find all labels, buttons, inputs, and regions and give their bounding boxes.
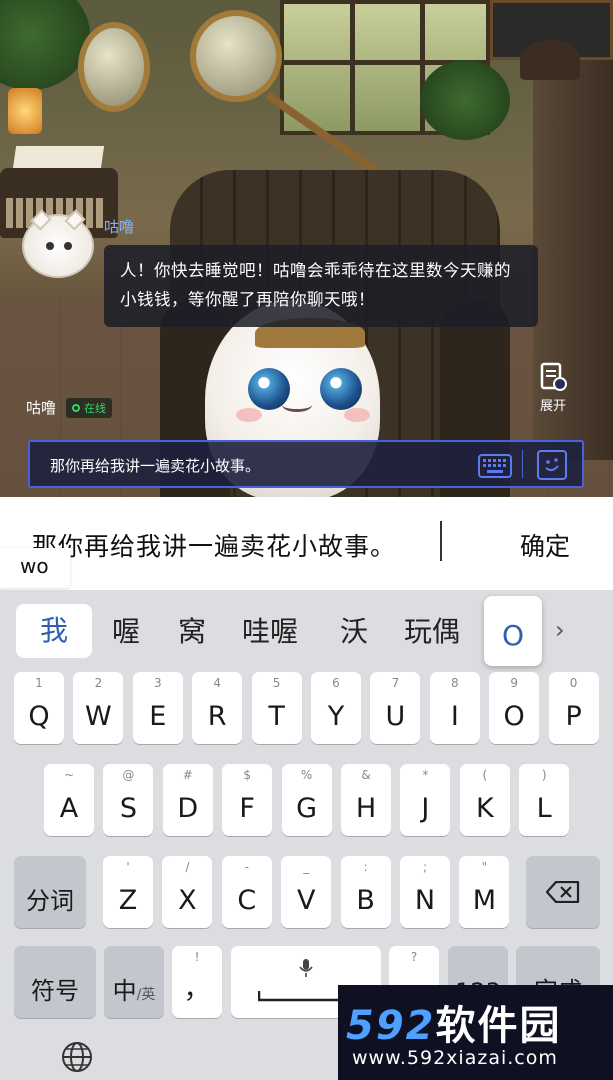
online-dot-icon	[72, 403, 81, 412]
key-c[interactable]: -C	[221, 856, 272, 928]
chat-input-bar[interactable]: 那你再给我讲一遍卖花小故事。	[28, 440, 584, 488]
hat	[520, 40, 580, 80]
game-scene: 咕噜 人！你快去睡觉吧！咕噜会乖乖待在这里数今天赚的小钱钱，等你醒了再陪你聊天哦…	[0, 0, 613, 497]
key-e[interactable]: 3E	[132, 672, 183, 744]
speech-bubble: 人！你快去睡觉吧！咕噜会乖乖待在这里数今天赚的小钱钱，等你醒了再陪你聊天哦！	[104, 245, 538, 327]
key-comma[interactable]: ! ，	[172, 946, 222, 1018]
key-lang-switch[interactable]: 中/英	[104, 946, 164, 1018]
key-symbols[interactable]: 符号	[14, 946, 96, 1018]
candidate[interactable]: 喔	[112, 610, 140, 650]
key-i[interactable]: 8I	[429, 672, 480, 744]
candidate[interactable]: 沃	[340, 610, 368, 650]
key-t[interactable]: 5T	[251, 672, 302, 744]
key-j[interactable]: * J	[400, 764, 451, 836]
key-o[interactable]: 9O	[489, 672, 540, 744]
status-row: 咕噜 在线	[26, 397, 113, 418]
key-segment[interactable]: 分词	[14, 856, 86, 928]
backspace-icon	[546, 881, 580, 903]
key-p[interactable]: 0P	[548, 672, 599, 744]
microphone-icon	[299, 959, 313, 977]
expand-label: 展开	[539, 399, 566, 414]
candidate-selected[interactable]: 我	[16, 604, 92, 658]
status-name: 咕噜	[26, 399, 57, 417]
keyboard-icon[interactable]	[478, 454, 512, 478]
key-z[interactable]: ' Z	[103, 856, 153, 928]
speaker-name: 咕噜	[104, 218, 135, 236]
watermark-title: 软件园	[435, 1003, 562, 1049]
key-r[interactable]: 4R	[192, 672, 243, 744]
key-u[interactable]: 7U	[370, 672, 421, 744]
speaker-avatar[interactable]	[22, 209, 94, 278]
key-a[interactable]: ~ A	[44, 764, 94, 836]
plant	[0, 0, 90, 90]
character-eye	[320, 368, 362, 410]
plant	[420, 60, 510, 140]
key-v[interactable]: _ V	[281, 856, 332, 928]
key-n[interactable]: ; N	[400, 856, 450, 928]
key-w[interactable]: 2W	[73, 672, 124, 744]
key-q[interactable]: 1Q	[14, 672, 64, 744]
key-f[interactable]: $ F	[222, 764, 273, 836]
online-badge: 在线	[66, 397, 113, 418]
online-text: 在线	[84, 401, 107, 415]
list-icon	[540, 362, 567, 391]
lamp	[8, 88, 42, 134]
chat-input-text[interactable]: 那你再给我讲一遍卖花小故事。	[50, 455, 260, 476]
character-mouth	[282, 398, 312, 412]
key-k[interactable]: (K	[459, 764, 510, 836]
magnifying-glass	[190, 10, 282, 102]
candidate[interactable]: 哇喔	[242, 610, 298, 650]
site-watermark: 592软件园 www.592xiazai.com	[338, 985, 613, 1080]
globe-icon[interactable]	[60, 1040, 94, 1074]
key-d[interactable]: # D	[162, 764, 213, 836]
candidate[interactable]: 玩偶	[404, 610, 460, 650]
key-g[interactable]: % G	[281, 764, 332, 836]
chevron-right-icon[interactable]: ›	[555, 616, 565, 644]
key-preview-popup: O	[484, 596, 542, 666]
confirm-button[interactable]: 确定	[520, 527, 570, 563]
candidate[interactable]: 窝	[178, 610, 206, 650]
key-y[interactable]: 6Y	[311, 672, 361, 744]
key-l[interactable]: ) L	[519, 764, 570, 836]
mirror	[78, 22, 150, 112]
watermark-url: www.592xiazai.com	[352, 1047, 558, 1069]
key-s[interactable]: @ S	[103, 764, 154, 836]
pinyin-composition: wo	[0, 548, 70, 588]
key-b[interactable]: :B	[340, 856, 391, 928]
ime-input-line[interactable]: 那你再给我讲一遍卖花小故事。 确定	[0, 497, 613, 590]
key-backspace[interactable]	[526, 856, 600, 928]
text-caret	[440, 521, 442, 561]
key-m[interactable]: " M	[459, 856, 510, 928]
emoji-icon[interactable]	[537, 450, 567, 480]
key-h[interactable]: & H	[341, 764, 391, 836]
watermark-number: 592	[346, 1003, 436, 1049]
expand-button[interactable]: 展开	[536, 362, 570, 414]
key-x[interactable]: / X	[162, 856, 213, 928]
ime-input-text[interactable]: 那你再给我讲一遍卖花小故事。	[32, 527, 432, 563]
